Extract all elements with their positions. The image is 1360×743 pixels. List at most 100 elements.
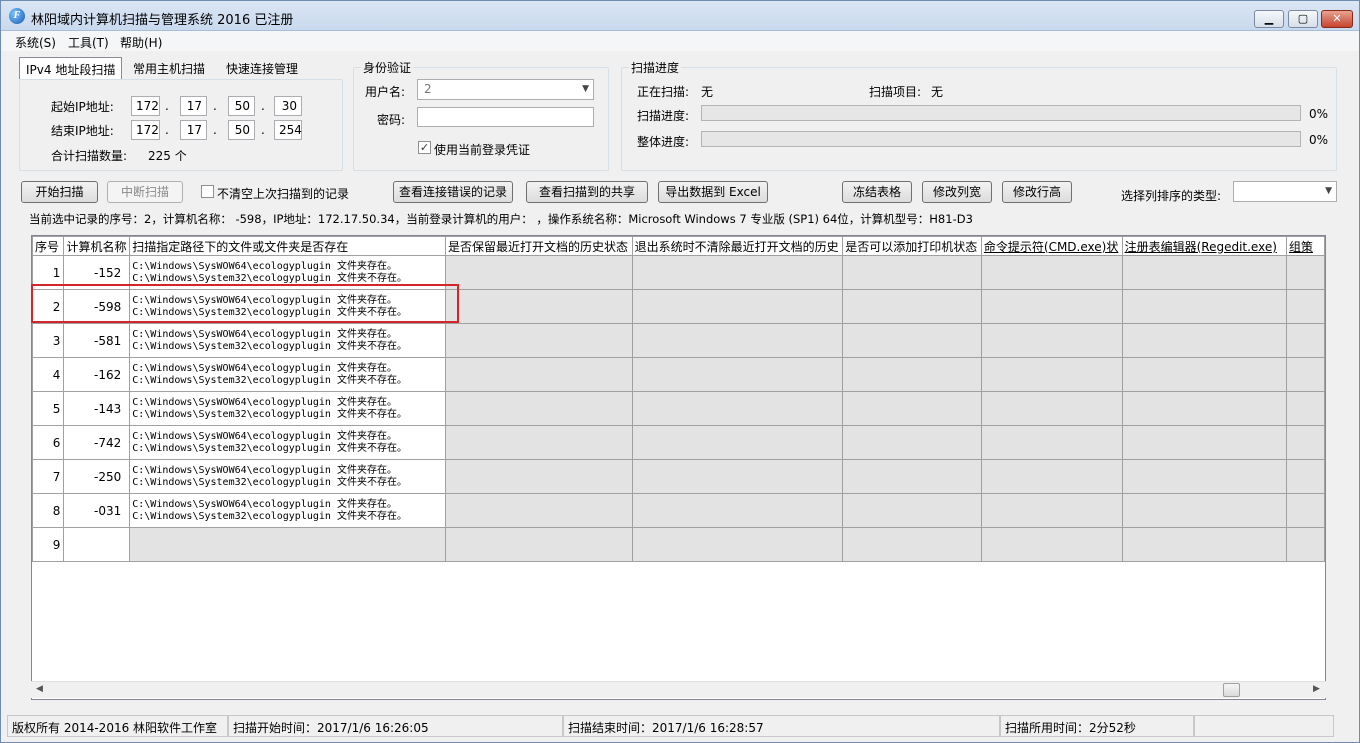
password-field[interactable]	[417, 107, 594, 127]
row-computer-name[interactable]: -143	[63, 391, 131, 426]
row-number[interactable]: 1	[32, 255, 65, 290]
row-computer-name[interactable]	[63, 527, 131, 562]
row-recent-docs[interactable]	[445, 255, 633, 290]
scroll-left-icon[interactable]: ◀	[36, 684, 43, 694]
row-cmd[interactable]	[980, 459, 1123, 494]
row-number[interactable]: 9	[32, 527, 65, 562]
col-header-clear-history[interactable]: 退出系统时不清除最近打开文档的历史	[631, 236, 844, 256]
row-regedit[interactable]	[1121, 493, 1287, 528]
row-printer[interactable]	[842, 357, 982, 392]
start-ip-octet-1[interactable]: 172	[131, 96, 160, 116]
row-path-status[interactable]: C:\Windows\SysWOW64\ecologyplugin 文件夹存在。…	[129, 391, 447, 426]
row-clear-history[interactable]	[631, 289, 844, 324]
row-height-button[interactable]: 修改行高	[1002, 181, 1072, 203]
row-computer-name[interactable]: -162	[63, 357, 131, 392]
row-computer-name[interactable]: -581	[63, 323, 131, 358]
close-button[interactable]: ✕	[1321, 10, 1353, 28]
row-path-status[interactable]: C:\Windows\SysWOW64\ecologyplugin 文件夹存在。…	[129, 459, 447, 494]
table-row[interactable]: 4 -162 C:\Windows\SysWOW64\ecologyplugin 文…	[32, 357, 1325, 392]
export-excel-button[interactable]: 导出数据到 Excel	[658, 181, 768, 203]
table-row[interactable]: 3 -581 C:\Windows\SysWOW64\ecologyplugin 文…	[32, 323, 1325, 358]
row-group-policy[interactable]	[1285, 289, 1325, 324]
menu-system[interactable]: 系统(S)	[15, 34, 56, 51]
row-computer-name[interactable]: -250	[63, 459, 131, 494]
row-cmd[interactable]	[980, 391, 1123, 426]
row-number[interactable]: 4	[32, 357, 65, 392]
row-computer-name[interactable]: -152	[63, 255, 131, 290]
row-path-status[interactable]: C:\Windows\SysWOW64\ecologyplugin 文件夹存在。…	[129, 323, 447, 358]
row-group-policy[interactable]	[1285, 425, 1325, 460]
view-shares-button[interactable]: 查看扫描到的共享	[526, 181, 648, 203]
row-group-policy[interactable]	[1285, 493, 1325, 528]
horizontal-scrollbar[interactable]: ◀ ▶	[31, 681, 1326, 698]
results-grid[interactable]: 序号 计算机名称 扫描指定路径下的文件或文件夹是否存在 是否保留最近打开文档的历…	[31, 235, 1326, 700]
end-ip-octet-2[interactable]: 17	[180, 120, 207, 140]
row-printer[interactable]	[842, 255, 982, 290]
row-regedit[interactable]	[1121, 289, 1287, 324]
row-clear-history[interactable]	[631, 459, 844, 494]
row-path-status[interactable]: C:\Windows\SysWOW64\ecologyplugin 文件夹存在。…	[129, 357, 447, 392]
row-group-policy[interactable]	[1285, 255, 1325, 290]
row-number[interactable]: 3	[32, 323, 65, 358]
sort-type-select[interactable]: ▼	[1233, 181, 1337, 202]
row-regedit[interactable]	[1121, 255, 1287, 290]
row-printer[interactable]	[842, 289, 982, 324]
row-number[interactable]: 6	[32, 425, 65, 460]
row-printer[interactable]	[842, 493, 982, 528]
row-cmd[interactable]	[980, 255, 1123, 290]
row-printer[interactable]	[842, 323, 982, 358]
row-printer[interactable]	[842, 391, 982, 426]
table-row[interactable]: 7 -250 C:\Windows\SysWOW64\ecologyplugin 文…	[32, 459, 1325, 494]
table-row[interactable]: 1 -152 C:\Windows\SysWOW64\ecologyplugin 文…	[32, 255, 1325, 290]
stop-scan-button[interactable]: 中断扫描	[107, 181, 183, 203]
end-ip-octet-3[interactable]: 50	[228, 120, 255, 140]
row-printer[interactable]	[842, 459, 982, 494]
row-number[interactable]: 5	[32, 391, 65, 426]
row-regedit[interactable]	[1121, 527, 1287, 562]
menu-tools[interactable]: 工具(T)	[68, 34, 109, 51]
end-ip-octet-1[interactable]: 172	[131, 120, 160, 140]
row-path-status[interactable]: C:\Windows\SysWOW64\ecologyplugin 文件夹存在。…	[129, 425, 447, 460]
row-clear-history[interactable]	[631, 527, 844, 562]
row-regedit[interactable]	[1121, 425, 1287, 460]
view-errors-button[interactable]: 查看连接错误的记录	[393, 181, 513, 203]
row-recent-docs[interactable]	[445, 527, 633, 562]
menu-help[interactable]: 帮助(H)	[120, 34, 162, 51]
row-cmd[interactable]	[980, 425, 1123, 460]
table-row[interactable]: 9	[32, 527, 1325, 562]
start-ip-octet-3[interactable]: 50	[228, 96, 255, 116]
row-recent-docs[interactable]	[445, 289, 633, 324]
table-row[interactable]: 2 -598 C:\Windows\SysWOW64\ecologyplugin 文…	[32, 289, 1325, 324]
tab-common-hosts[interactable]: 常用主机扫描	[127, 57, 211, 79]
row-cmd[interactable]	[980, 527, 1123, 562]
row-clear-history[interactable]	[631, 357, 844, 392]
table-row[interactable]: 8 -031 C:\Windows\SysWOW64\ecologyplugin 文…	[32, 493, 1325, 528]
row-computer-name[interactable]: -031	[63, 493, 131, 528]
column-width-button[interactable]: 修改列宽	[922, 181, 992, 203]
row-cmd[interactable]	[980, 493, 1123, 528]
table-row[interactable]: 6 -742 C:\Windows\SysWOW64\ecologyplugin 文…	[32, 425, 1325, 460]
tab-quick-connect[interactable]: 快速连接管理	[220, 57, 304, 79]
row-computer-name[interactable]: -598	[63, 289, 131, 324]
col-header-name[interactable]: 计算机名称	[63, 236, 131, 256]
row-path-status[interactable]: C:\Windows\SysWOW64\ecologyplugin 文件夹存在。…	[129, 289, 447, 324]
tab-ipv4-scan[interactable]: IPv4 地址段扫描	[19, 57, 123, 79]
row-clear-history[interactable]	[631, 493, 844, 528]
row-regedit[interactable]	[1121, 459, 1287, 494]
row-group-policy[interactable]	[1285, 357, 1325, 392]
row-regedit[interactable]	[1121, 323, 1287, 358]
row-group-policy[interactable]	[1285, 527, 1325, 562]
use-current-credentials-checkbox[interactable]: ✓	[418, 141, 431, 154]
col-header-no[interactable]: 序号	[32, 236, 65, 256]
title-bar[interactable]: F 林阳域内计算机扫描与管理系统 2016 已注册 ▁ ▢ ✕	[1, 1, 1359, 31]
row-printer[interactable]	[842, 527, 982, 562]
col-header-regedit[interactable]: 注册表编辑器(Regedit.exe)	[1121, 236, 1287, 256]
row-group-policy[interactable]	[1285, 459, 1325, 494]
row-computer-name[interactable]: -742	[63, 425, 131, 460]
scroll-thumb[interactable]	[1223, 683, 1240, 697]
row-path-status[interactable]	[129, 527, 447, 562]
minimize-button[interactable]: ▁	[1254, 10, 1284, 28]
start-ip-octet-4[interactable]: 30	[274, 96, 302, 116]
scroll-right-icon[interactable]: ▶	[1313, 684, 1320, 694]
row-regedit[interactable]	[1121, 357, 1287, 392]
